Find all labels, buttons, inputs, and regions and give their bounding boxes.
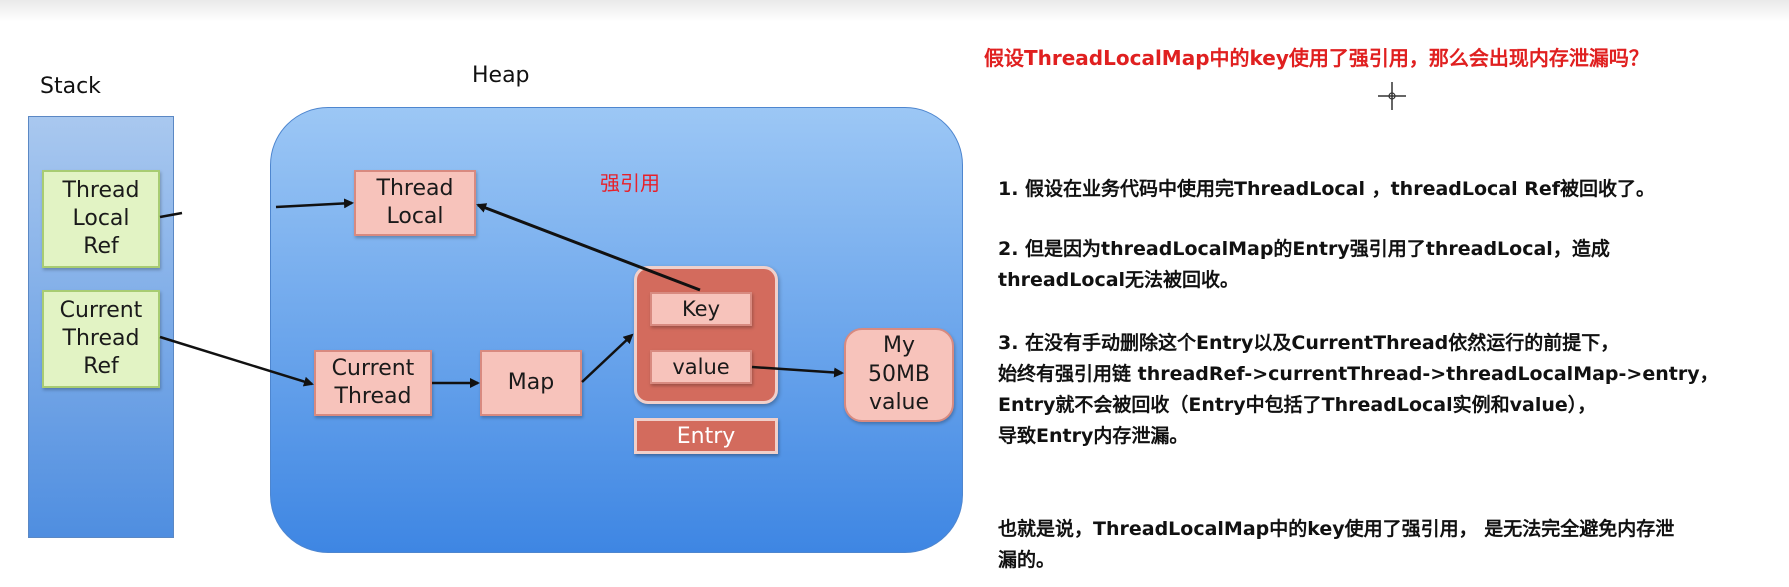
conclusion-line-1: 也就是说，ThreadLocalMap中的key使用了强引用， 是无法完全避免内… (998, 518, 1675, 540)
arrow-key-to-thread-local (476, 203, 701, 292)
arrow-value-to-my-value (751, 365, 844, 378)
crosshair-cursor-icon (1378, 82, 1406, 110)
point-3-line-2: 始终有强引用链 threadRef->currentThread->thread… (998, 363, 1719, 385)
arrow-to-entry (581, 333, 634, 383)
point-1: 1. 假设在业务代码中使用完ThreadLocal ，threadLocal R… (998, 174, 1778, 205)
point-1-line-1: 1. 假设在业务代码中使用完ThreadLocal ，threadLocal R… (998, 178, 1656, 200)
point-2: 2. 但是因为threadLocalMap的Entry强引用了threadLoc… (998, 234, 1778, 296)
point-2-line-2: threadLocal无法被回收。 (998, 269, 1240, 291)
conclusion: 也就是说，ThreadLocalMap中的key使用了强引用， 是无法完全避免内… (998, 514, 1778, 576)
point-3: 3. 在没有手动删除这个Entry以及CurrentThread依然运行的前提下… (998, 328, 1778, 452)
point-3-line-3: Entry就不会被回收（Entry中包括了ThreadLocal实例和value… (998, 394, 1597, 416)
conclusion-line-2: 漏的。 (998, 549, 1056, 571)
point-2-line-1: 2. 但是因为threadLocalMap的Entry强引用了threadLoc… (998, 238, 1610, 260)
arrow-stack-to-thread-local-left (159, 211, 183, 219)
point-3-line-4: 导致Entry内存泄漏。 (998, 425, 1189, 447)
question-title: 假设ThreadLocalMap中的key使用了强引用，那么会出现内存泄漏吗？ (984, 46, 1649, 70)
arrow-to-current-thread (159, 335, 314, 387)
arrow-to-thread-local (275, 198, 354, 209)
point-3-line-1: 3. 在没有手动删除这个Entry以及CurrentThread依然运行的前提下… (998, 332, 1620, 354)
